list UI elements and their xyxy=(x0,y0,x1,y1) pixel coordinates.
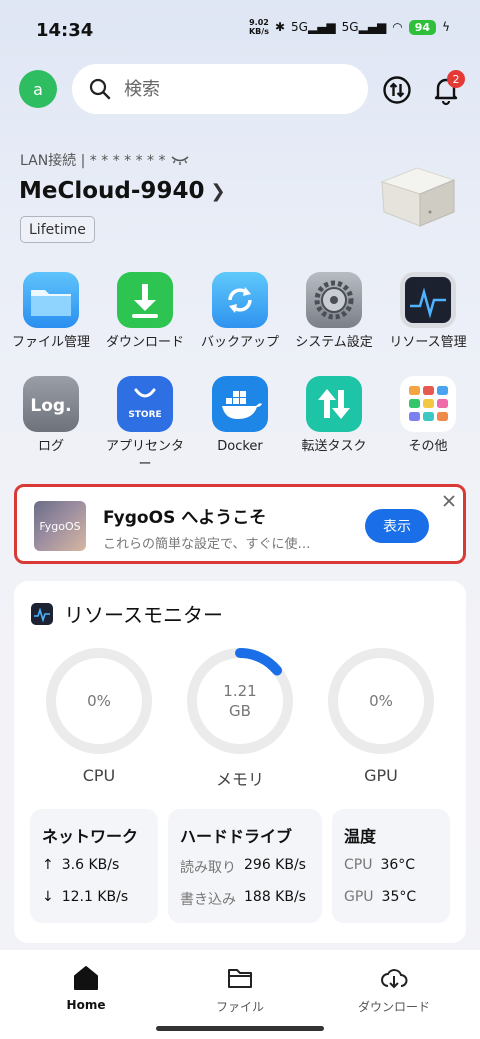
sort-icon[interactable] xyxy=(382,75,412,105)
app-transfer-tasks[interactable]: 転送タスク xyxy=(289,376,379,456)
wifi-icon: ◠ xyxy=(392,20,403,34)
resource-monitor-icon xyxy=(31,603,53,625)
resource-monitor-title: リソースモニター xyxy=(64,603,223,627)
settings-gear-icon xyxy=(306,272,362,328)
search-input[interactable] xyxy=(124,78,344,100)
cloud-download-icon xyxy=(381,969,408,989)
status-bar: 14:34 9.02 KB/s ✱ 5G▂▄▆ 5G▂▄▆ ◠ 94 ϟ xyxy=(0,0,480,62)
app-store-icon: STORE xyxy=(117,376,173,432)
disk-stat-card: ハードドライブ 読み取り 296 KB/s 書き込み 188 KB/s xyxy=(168,809,322,923)
network-download: ↓ 12.1 KB/s xyxy=(42,889,129,905)
cpu-value: 0% xyxy=(87,692,111,710)
search-icon xyxy=(89,78,111,100)
notification-badge: 2 xyxy=(447,70,465,88)
gauge-cpu: 0% CPU xyxy=(44,646,154,785)
app-docker[interactable]: Docker xyxy=(195,376,285,456)
temperature-stat-card: 温度 CPU 36°C GPU 35°C xyxy=(332,809,450,923)
network-upload: ↑ 3.6 KB/s xyxy=(42,857,120,873)
arrow-up-icon: ↑ xyxy=(42,857,54,873)
app-file-manager[interactable]: ファイル管理 xyxy=(6,272,96,352)
device-name: MeCloud-9940 xyxy=(19,178,205,204)
gauge-memory: 1.21 GB メモリ xyxy=(185,646,295,790)
cpu-temperature: CPU 36°C xyxy=(344,857,416,873)
device-name-link[interactable]: MeCloud-9940 ❯ xyxy=(19,178,226,204)
resource-monitor-card[interactable]: リソースモニター 0% CPU 1.21 GB メモリ 0% GPU ネットワー… xyxy=(14,581,466,943)
memory-label: メモリ xyxy=(215,770,264,789)
plan-badge: Lifetime xyxy=(20,216,95,243)
welcome-thumbnail: FygoOS xyxy=(34,501,86,551)
nav-home[interactable]: Home xyxy=(26,964,146,1012)
nav-download[interactable]: ダウンロード xyxy=(334,964,454,1015)
cpu-label: CPU xyxy=(82,766,116,785)
disk-read: 読み取り 296 KB/s xyxy=(180,857,306,876)
search-bar[interactable] xyxy=(72,64,368,114)
welcome-subtitle: これらの簡単な設定で、すぐに使… xyxy=(103,537,311,552)
app-log[interactable]: Log. ログ xyxy=(6,376,96,456)
folder-outline-icon xyxy=(228,969,252,988)
view-button[interactable]: 表示 xyxy=(365,509,429,543)
battery-level: 94 xyxy=(408,19,437,35)
status-icons: 9.02 KB/s ✱ 5G▂▄▆ 5G▂▄▆ ◠ 94 ϟ xyxy=(249,18,450,36)
folder-icon xyxy=(23,272,79,328)
network-speed: 9.02 KB/s xyxy=(248,18,269,36)
docker-icon xyxy=(212,376,268,432)
app-center[interactable]: STORE アプリセンター xyxy=(100,376,190,474)
app-more[interactable]: その他 xyxy=(383,376,473,456)
backup-icon xyxy=(212,272,268,328)
device-image xyxy=(380,167,456,227)
home-icon xyxy=(74,966,98,990)
network-stat-card: ネットワーク ↑ 3.6 KB/s ↓ 12.1 KB/s xyxy=(30,809,158,923)
bluetooth-icon: ✱ xyxy=(274,20,286,34)
avatar[interactable]: a xyxy=(19,70,57,108)
gpu-label: GPU xyxy=(364,766,398,785)
welcome-title: FygoOS へようこそ xyxy=(103,508,267,528)
arrow-down-icon: ↓ xyxy=(42,889,54,905)
status-time: 14:34 xyxy=(36,20,94,41)
close-icon[interactable] xyxy=(441,493,457,509)
welcome-banner[interactable]: FygoOS FygoOS へようこそ これらの簡単な設定で、すぐに使… 表示 xyxy=(14,484,466,564)
signal-icon-2: 5G▂▄▆ xyxy=(341,20,387,34)
memory-value: 1.21 GB xyxy=(223,682,257,720)
home-indicator xyxy=(156,1026,324,1031)
gpu-value: 0% xyxy=(369,692,393,710)
connection-status: LAN接続 | * * * * * * * xyxy=(20,150,190,170)
download-icon xyxy=(117,272,173,328)
signal-icon: 5G▂▄▆ xyxy=(291,20,336,34)
resource-monitor-icon xyxy=(400,272,456,328)
app-backup[interactable]: バックアップ xyxy=(195,272,285,352)
eye-closed-icon[interactable] xyxy=(170,154,190,166)
app-resource-manager[interactable]: リソース管理 xyxy=(383,272,473,352)
chevron-right-icon: ❯ xyxy=(210,180,226,202)
gauge-gpu: 0% GPU xyxy=(326,646,436,785)
app-system-settings[interactable]: システム設定 xyxy=(289,272,379,352)
disk-write: 書き込み 188 KB/s xyxy=(180,889,306,908)
app-download[interactable]: ダウンロード xyxy=(100,272,190,352)
nav-files[interactable]: ファイル xyxy=(180,964,300,1015)
more-apps-icon xyxy=(400,376,456,432)
log-icon: Log. xyxy=(23,376,79,432)
gpu-temperature: GPU 35°C xyxy=(344,889,417,905)
charging-icon: ϟ xyxy=(442,20,450,34)
lan-label: LAN接続 | * * * * * * * xyxy=(20,153,166,169)
transfer-icon xyxy=(306,376,362,432)
